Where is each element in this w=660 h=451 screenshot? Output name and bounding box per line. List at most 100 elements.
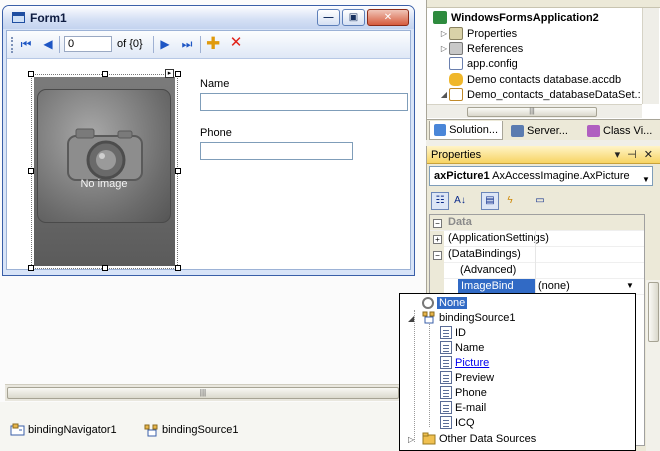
properties-title-bar[interactable]: Properties ▾ ⊣ ✕ <box>427 146 660 164</box>
resize-handle[interactable] <box>175 265 181 271</box>
field-icon <box>440 356 452 369</box>
config-file-icon <box>449 57 463 70</box>
smart-tag-icon[interactable]: ▸ <box>165 69 174 78</box>
binding-option-none[interactable]: None <box>422 295 468 310</box>
designer-surface: Form1 — ▣ ✕ ⏮ ◀ 0 of {0} ▶ ⏭ ✚ ✕ No imag… <box>0 0 426 451</box>
binding-navigator-toolbar[interactable]: ⏮ ◀ 0 of {0} ▶ ⏭ ✚ ✕ <box>7 31 410 59</box>
class-view-icon <box>587 124 600 137</box>
field-icon <box>440 341 452 354</box>
solution-explorer-icon <box>434 124 447 136</box>
picture-control-selection[interactable]: No image <box>31 74 178 269</box>
solution-item-dataset[interactable]: ◢ Demo_contacts_databaseDataSet.: <box>439 87 641 102</box>
expand-icon[interactable]: ▷ <box>408 435 414 444</box>
designer-horizontal-scrollbar[interactable]: ||| <box>5 384 426 401</box>
binding-field-phone[interactable]: Phone <box>440 385 487 400</box>
minimize-button[interactable]: — <box>317 9 340 26</box>
tray-binding-source[interactable]: bindingSource1 <box>144 422 238 438</box>
events-icon[interactable]: ϟ <box>501 192 519 210</box>
close-button[interactable]: ✕ <box>367 9 409 26</box>
scrollbar-thumb[interactable]: ||| <box>467 107 597 117</box>
binding-source-icon <box>144 423 160 437</box>
resize-handle[interactable] <box>175 168 181 174</box>
field-icon <box>440 416 452 429</box>
object-selector[interactable]: axPicture1 AxAccessImagine.AxPicture ▼ <box>429 166 653 186</box>
phone-textbox[interactable] <box>200 142 353 160</box>
toolbar-separator <box>59 36 60 53</box>
toolbar-separator <box>153 36 154 53</box>
property-row[interactable]: (Advanced) <box>430 263 644 279</box>
add-new-icon[interactable]: ✚ <box>206 35 220 52</box>
expand-icon[interactable]: ▷ <box>439 29 449 38</box>
expand-icon[interactable]: ▷ <box>439 44 449 53</box>
object-name: axPicture1 <box>434 170 490 182</box>
binding-source-node[interactable]: bindingSource1 <box>422 310 515 325</box>
binding-dropdown: None ◢ bindingSource1 ID Name Picture Pr… <box>399 293 636 451</box>
move-first-icon[interactable]: ⏮ <box>19 37 33 52</box>
expand-icon[interactable]: + <box>433 235 442 244</box>
binding-field-id[interactable]: ID <box>440 325 466 340</box>
resize-handle[interactable] <box>28 265 34 271</box>
server-explorer-icon <box>511 124 524 137</box>
property-row[interactable]: − (DataBindings) <box>430 247 644 263</box>
tab-server-explorer[interactable]: Server... <box>507 121 581 140</box>
collapse-icon[interactable]: − <box>433 251 442 260</box>
collapse-icon[interactable]: − <box>433 219 442 228</box>
maximize-button[interactable]: ▣ <box>342 9 365 26</box>
form-title-bar[interactable]: Form1 — ▣ ✕ <box>3 6 414 29</box>
solution-item-properties[interactable]: ▷ Properties <box>439 26 517 41</box>
solution-item-app-config[interactable]: app.config <box>449 56 518 71</box>
toolbar-grip-icon[interactable] <box>11 37 14 53</box>
name-textbox[interactable] <box>200 93 408 111</box>
delete-icon[interactable]: ✕ <box>229 35 243 51</box>
collapse-icon[interactable]: ◢ <box>439 90 449 99</box>
move-last-icon[interactable]: ⏭ <box>180 37 194 52</box>
categorized-icon[interactable]: ☷ <box>431 192 449 210</box>
solution-vertical-scrollbar[interactable] <box>642 8 659 104</box>
binding-field-name[interactable]: Name <box>440 340 484 355</box>
window-pin-close-icon[interactable]: ▾ ⊣ ✕ <box>615 146 655 164</box>
chevron-down-icon[interactable]: ▼ <box>642 171 650 185</box>
solution-item-references[interactable]: ▷ References <box>439 41 523 56</box>
property-category-data[interactable]: − Data <box>430 215 644 231</box>
move-previous-icon[interactable]: ◀ <box>41 37 55 52</box>
solution-item-database[interactable]: Demo contacts database.accdb <box>449 72 621 87</box>
csharp-project-icon <box>433 11 447 24</box>
binding-field-icq[interactable]: ICQ <box>440 415 475 430</box>
alphabetical-icon[interactable]: A↓ <box>451 192 469 210</box>
properties-view-icon[interactable]: ▤ <box>481 192 499 210</box>
tray-binding-navigator[interactable]: bindingNavigator1 <box>10 422 117 438</box>
binding-field-picture[interactable]: Picture <box>440 355 489 370</box>
position-textbox[interactable]: 0 <box>64 36 112 52</box>
tab-class-view[interactable]: Class Vi... <box>583 121 660 140</box>
binding-field-preview[interactable]: Preview <box>440 370 494 385</box>
resize-handle[interactable] <box>28 71 34 77</box>
resize-handle[interactable] <box>102 265 108 271</box>
picture-control[interactable]: No image <box>34 77 175 266</box>
form-icon <box>12 12 25 23</box>
collapse-icon[interactable]: ◢ <box>408 314 414 323</box>
properties-vertical-scrollbar[interactable] <box>646 280 660 451</box>
resize-handle[interactable] <box>28 168 34 174</box>
form-window[interactable]: Form1 — ▣ ✕ ⏮ ◀ 0 of {0} ▶ ⏭ ✚ ✕ No imag… <box>2 5 415 276</box>
binding-field-email[interactable]: E-mail <box>440 400 486 415</box>
solution-horizontal-scrollbar[interactable]: ||| <box>427 104 642 118</box>
component-tray: bindingNavigator1 bindingSource1 <box>0 402 426 451</box>
property-row[interactable]: + (ApplicationSettings) <box>430 231 644 247</box>
solution-toolbar <box>427 0 660 8</box>
scrollbar-thumb[interactable] <box>648 282 659 342</box>
resize-handle[interactable] <box>102 71 108 77</box>
properties-title: Properties <box>431 149 482 161</box>
chevron-down-icon[interactable]: ▼ <box>626 281 634 290</box>
solution-item-project[interactable]: WindowsFormsApplication2 <box>433 10 599 25</box>
tab-solution-explorer[interactable]: Solution... <box>429 121 503 140</box>
field-icon <box>440 326 452 339</box>
properties-toolbar: ☷ A↓ ▤ ϟ ▭ <box>427 189 660 214</box>
tray-item-label: bindingSource1 <box>162 424 239 436</box>
property-pages-icon[interactable]: ▭ <box>531 192 549 210</box>
binding-source-icon <box>422 311 435 324</box>
other-data-sources-node[interactable]: Other Data Sources <box>422 431 536 446</box>
data-sources-folder-icon <box>422 432 436 445</box>
move-next-icon[interactable]: ▶ <box>158 37 172 52</box>
scrollbar-thumb[interactable]: ||| <box>7 387 399 399</box>
resize-handle[interactable] <box>175 71 181 77</box>
